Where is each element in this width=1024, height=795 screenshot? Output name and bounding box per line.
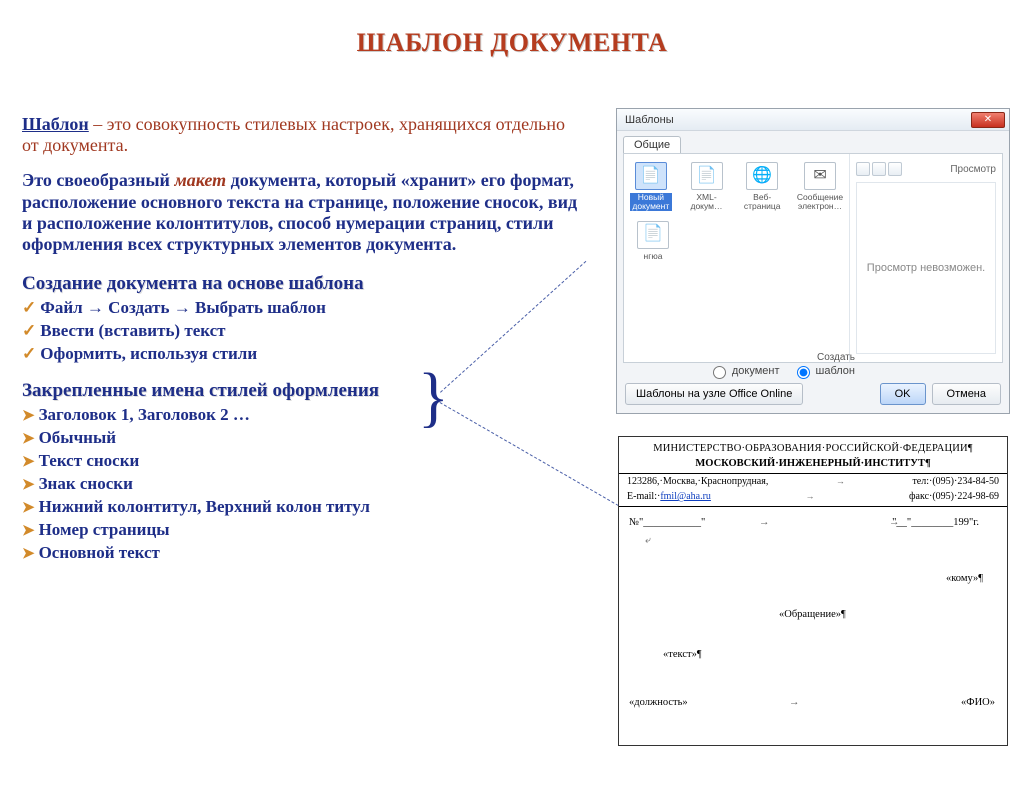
term: Шаблон: [22, 114, 89, 134]
dialog-title: Шаблоны: [625, 114, 971, 126]
tab-general[interactable]: Общие: [623, 136, 681, 153]
styles-list: ➤Заголовок 1, Заголовок 2 … ➤Обычный ➤Те…: [22, 404, 582, 565]
templates-dialog: Шаблоны ✕ Общие 📄 Новый документ 📄 XML-д…: [616, 108, 1010, 414]
sample-header2: МОСКОВСКИЙ·ИНЖЕНЕРНЫЙ·ИНСТИТУТ¶: [619, 456, 1007, 474]
template-item-xml[interactable]: 📄 XML-докум…: [686, 162, 728, 211]
definition-paragraph: Шаблон – это совокупность стилевых настр…: [22, 114, 582, 156]
sample-document: МИНИСТЕРСТВО·ОБРАЗОВАНИЯ·РОССИЙСКОЙ·ФЕДЕ…: [618, 436, 1008, 746]
preview-label: Просмотр: [950, 164, 996, 175]
ok-button[interactable]: OK: [880, 383, 926, 405]
template-item-message[interactable]: ✉ Сообщение электрон…: [797, 162, 843, 211]
subhead-creating: Создание документа на основе шаблона: [22, 273, 582, 295]
template-item-new-doc[interactable]: 📄 Новый документ: [630, 162, 672, 211]
subhead-styles: Закрепленные имена стилей оформления: [22, 380, 582, 402]
steps-list: ✓Файл → Создать → Выбрать шаблон ✓Ввести…: [22, 297, 582, 366]
view-buttons[interactable]: [856, 162, 902, 176]
preview-area: Просмотр невозможен.: [856, 182, 996, 354]
template-item-web[interactable]: 🌐 Веб-страница: [741, 162, 783, 211]
sample-header1: МИНИСТЕРСТВО·ОБРАЗОВАНИЯ·РОССИЙСКОЙ·ФЕДЕ…: [619, 437, 1007, 456]
curly-brace-icon: }: [418, 358, 449, 436]
page-title: ШАБЛОН ДОКУМЕНТА: [0, 28, 1024, 58]
template-item-ngua[interactable]: 📄 нгюа: [630, 221, 676, 261]
cancel-button[interactable]: Отмена: [932, 383, 1001, 405]
radio-document[interactable]: документ: [708, 363, 780, 379]
description-paragraph: Это своеобразный макет документа, которы…: [22, 170, 582, 255]
dialog-titlebar[interactable]: Шаблоны ✕: [617, 109, 1009, 131]
templates-grid: 📄 Новый документ 📄 XML-докум… 🌐 Веб-стра…: [624, 154, 850, 362]
close-button[interactable]: ✕: [971, 112, 1005, 128]
office-online-button[interactable]: Шаблоны на узле Office Online: [625, 383, 803, 405]
main-text-column: Шаблон – это совокупность стилевых настр…: [22, 114, 582, 579]
radio-template[interactable]: шаблон: [792, 363, 855, 379]
create-label: Создать: [817, 352, 855, 363]
